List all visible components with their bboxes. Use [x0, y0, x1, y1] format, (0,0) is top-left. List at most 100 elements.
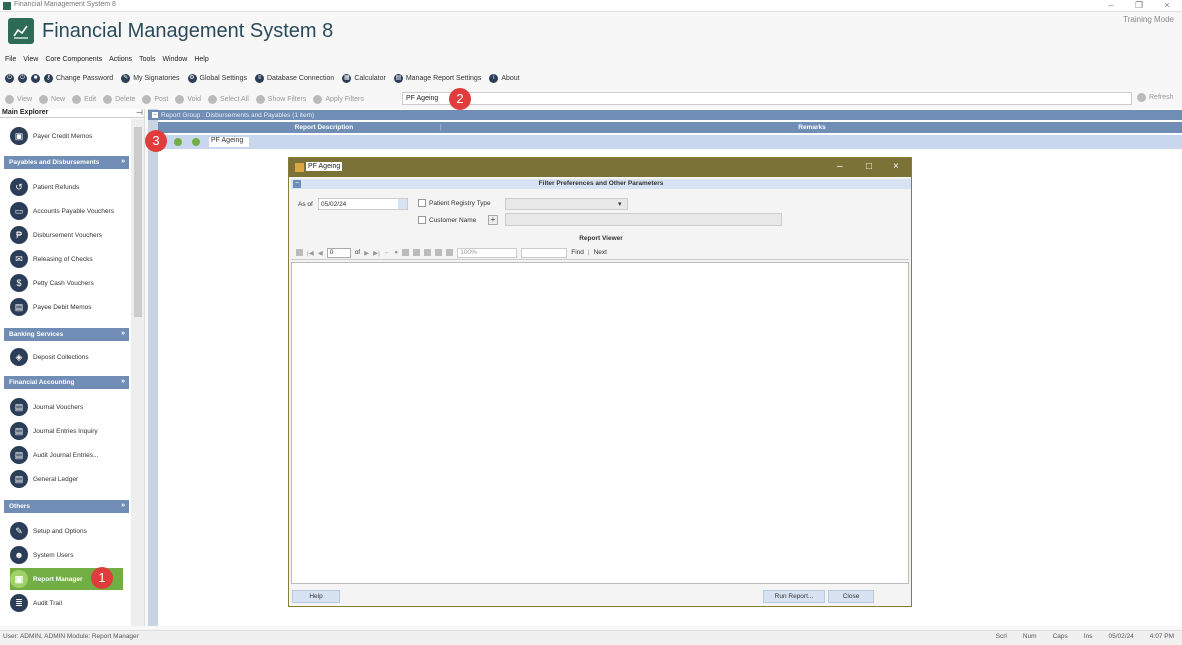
toggle-sidebar-icon[interactable] — [296, 249, 303, 256]
view-row-icon[interactable] — [174, 138, 182, 146]
section-others[interactable]: Others» — [4, 500, 129, 513]
ledger-icon: ▤ — [10, 470, 28, 488]
show-filters-button[interactable]: Show Filters — [255, 94, 306, 104]
find-input[interactable] — [521, 247, 568, 258]
window-title: Financial Management System 8 — [14, 1, 116, 8]
menu-file[interactable]: File — [5, 56, 16, 63]
zoom-select[interactable]: 100% — [457, 247, 518, 258]
report-group-bar[interactable]: − Report Group : Disbursements and Payabl… — [148, 110, 1182, 120]
sidebar-item-disbursement-vouchers[interactable]: ₱ Disbursement Vouchers — [10, 224, 128, 246]
customer-name-input[interactable] — [505, 213, 782, 226]
power-icon[interactable]: ⏻ — [5, 73, 14, 83]
report-settings-icon: ▤ — [393, 73, 403, 83]
menu-view[interactable]: View — [23, 56, 38, 63]
view-button[interactable]: View — [5, 94, 32, 104]
dialog-maximize-icon[interactable]: □ — [866, 161, 872, 172]
back-icon[interactable]: ← — [384, 249, 391, 256]
new-button[interactable]: New — [39, 94, 65, 104]
print-icon[interactable] — [413, 249, 421, 256]
sidebar-scroll-thumb[interactable] — [134, 127, 142, 317]
change-password-button[interactable]: ⚷ Change Password — [44, 73, 113, 83]
delete-button[interactable]: Delete — [103, 94, 135, 104]
restore-icon[interactable]: ❐ — [1132, 0, 1146, 11]
main-toolbar: ⏻ ⏻ ■ ⚷ Change Password ✎ My Signatories ⚙… — [0, 70, 1182, 86]
first-page-icon[interactable]: |◀ — [307, 249, 314, 257]
apply-filters-button[interactable]: Apply Filters — [313, 94, 364, 104]
menu-help[interactable]: Help — [194, 56, 208, 63]
next-page-icon[interactable]: ▶ — [364, 249, 369, 257]
help-button[interactable]: Help — [292, 590, 340, 603]
add-customer-button[interactable]: + — [488, 215, 498, 225]
table-row[interactable]: PF Ageing — [158, 135, 1182, 149]
section-financial-accounting[interactable]: Financial Accounting» — [4, 376, 129, 389]
last-page-icon[interactable]: ▶| — [373, 249, 380, 257]
close-icon[interactable]: × — [1160, 0, 1174, 10]
menu-tools[interactable]: Tools — [139, 56, 155, 63]
sidebar-item-general-ledger[interactable]: ▤ General Ledger — [10, 468, 128, 490]
column-remarks[interactable]: Remarks — [442, 124, 1182, 131]
previous-page-icon[interactable]: ◀ — [318, 249, 323, 257]
as-of-date-input[interactable]: 05/02/24 — [318, 198, 408, 210]
stop-icon[interactable]: ● — [394, 249, 398, 256]
sidebar-item-audit-trail[interactable]: ≣ Audit Trail — [10, 592, 128, 614]
collapse-filters-icon[interactable]: − — [293, 180, 301, 188]
sidebar-item-payee-debit-memos[interactable]: ▤ Payee Debit Memos — [10, 296, 128, 318]
page-setup-icon[interactable] — [435, 249, 443, 256]
minimize-icon[interactable]: – — [1104, 0, 1118, 10]
post-button[interactable]: Post — [142, 94, 168, 104]
logout-icon[interactable]: ⏻ — [18, 73, 27, 83]
find-link[interactable]: Find — [571, 249, 584, 256]
sidebar-item-patient-refunds[interactable]: ↺ Patient Refunds — [10, 176, 128, 198]
sidebar-item-payer-credit-memos[interactable]: ▣ Payer Credit Memos — [10, 125, 128, 147]
print-layout-icon[interactable] — [424, 249, 432, 256]
sidebar-item-deposit-collections[interactable]: ◈ Deposit Collections — [10, 346, 128, 368]
journal-icon: ▤ — [10, 398, 28, 416]
refresh-report-icon[interactable] — [402, 249, 410, 256]
sidebar-item-setup-and-options[interactable]: ✎ Setup and Options — [10, 520, 128, 542]
check-icon: ✉ — [10, 250, 28, 268]
dialog-close-icon[interactable]: × — [893, 161, 899, 172]
sidebar-item-audit-journal-entries[interactable]: ▤ Audit Journal Entries... — [10, 444, 128, 466]
close-button[interactable]: Close — [828, 590, 874, 603]
database-connection-button[interactable]: ≡ Database Connection — [254, 73, 334, 83]
edit-button[interactable]: Edit — [72, 94, 96, 104]
sidebar-item-petty-cash-vouchers[interactable]: $ Petty Cash Vouchers — [10, 272, 128, 294]
export-icon[interactable] — [446, 249, 454, 256]
page-number-input[interactable]: 0 — [326, 247, 351, 258]
lock-icon[interactable]: ■ — [31, 73, 40, 83]
menu-core-components[interactable]: Core Components — [45, 56, 102, 63]
void-button[interactable]: Void — [175, 94, 201, 104]
section-banking-services[interactable]: Banking Services» — [4, 328, 129, 341]
date-dropdown-icon[interactable] — [398, 199, 407, 209]
about-button[interactable]: i About — [489, 73, 520, 83]
sidebar-item-journal-entries-inquiry[interactable]: ▤ Journal Entries Inquiry — [10, 420, 128, 442]
report-viewer-canvas[interactable] — [291, 262, 909, 584]
next-link[interactable]: Next — [594, 249, 607, 256]
edit-row-icon[interactable] — [192, 138, 200, 146]
patient-registry-type-select[interactable] — [505, 198, 628, 210]
report-description-cell[interactable]: PF Ageing — [209, 137, 249, 147]
select-all-button[interactable]: Select All — [208, 94, 249, 104]
collapse-group-icon[interactable]: − — [152, 112, 158, 118]
pin-icon[interactable]: ⊣ — [136, 108, 143, 117]
calculator-button[interactable]: ▦ Calculator — [342, 73, 386, 83]
section-payables-and-disbursements[interactable]: Payables and Disbursements» — [4, 156, 129, 169]
global-settings-button[interactable]: ⚙ Global Settings — [187, 73, 247, 83]
menu-window[interactable]: Window — [162, 56, 187, 63]
memo-icon: ▣ — [10, 127, 28, 145]
sidebar-item-releasing-of-checks[interactable]: ✉ Releasing of Checks — [10, 248, 128, 270]
my-signatories-button[interactable]: ✎ My Signatories — [121, 73, 180, 83]
sidebar-item-accounts-payable-vouchers[interactable]: ▭ Accounts Payable Vouchers — [10, 200, 128, 222]
patient-registry-type-checkbox[interactable] — [418, 199, 426, 207]
column-report-description[interactable]: Report Description — [208, 124, 441, 131]
dialog-minimize-icon[interactable]: – — [837, 161, 843, 172]
chevron-down-icon[interactable]: ▾ — [618, 200, 622, 208]
search-input[interactable]: PF Ageing — [402, 92, 1132, 105]
manage-report-settings-button[interactable]: ▤ Manage Report Settings — [393, 73, 481, 83]
sidebar-item-system-users[interactable]: ☻ System Users — [10, 544, 128, 566]
customer-name-checkbox[interactable] — [418, 216, 426, 224]
refresh-button[interactable]: Refresh — [1137, 93, 1174, 102]
run-report-button[interactable]: Run Report... — [763, 590, 825, 603]
menu-actions[interactable]: Actions — [109, 56, 132, 63]
sidebar-item-journal-vouchers[interactable]: ▤ Journal Vouchers — [10, 396, 128, 418]
